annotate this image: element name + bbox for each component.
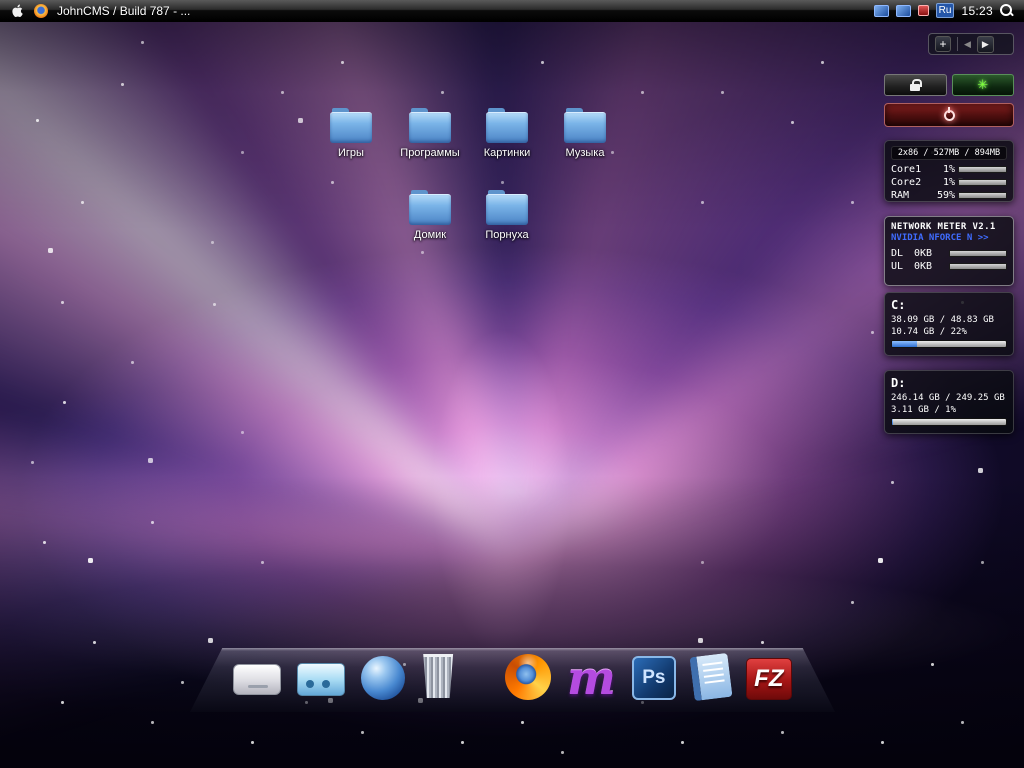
disk-c-usage: 38.09 GB / 48.83 GB [891, 315, 1007, 325]
download-row: DL 0KB [891, 247, 1007, 260]
desktop-icon-label: Картинки [467, 147, 547, 159]
cpu-core2-row: Core2 1% [891, 176, 1007, 189]
download-label: DL [891, 248, 911, 259]
folder-icon [409, 112, 451, 143]
toolbar-prev-button[interactable]: ◀ [964, 39, 971, 50]
firefox-taskbar-icon[interactable] [34, 4, 48, 18]
cpu-core1-label: Core1 [891, 164, 927, 175]
clock[interactable]: 15:23 [961, 4, 993, 18]
toolbar-divider [957, 37, 958, 51]
desktop-icon-home[interactable]: Домик [390, 194, 470, 241]
dock: m Ps FZ [190, 646, 835, 700]
cpu-meter-header: 2x86 / 527MB / 894MB [891, 146, 1007, 160]
upload-value: 0KB [914, 261, 946, 272]
dock-documents-icon[interactable] [692, 655, 730, 700]
dock-firewire-drive-icon[interactable] [297, 663, 345, 700]
folder-icon [409, 194, 451, 225]
trash-icon [421, 654, 455, 698]
menubar: JohnCMS / Build 787 - ... Ru 15:23 [0, 0, 1024, 22]
toolbar-next-button[interactable]: ▶ [977, 36, 994, 53]
external-drive-icon [233, 664, 281, 695]
cpu-core1-row: Core1 1% [891, 163, 1007, 176]
keyboard-layout-badge[interactable]: Ru [936, 3, 955, 18]
folder-icon [486, 112, 528, 143]
disk-c-free: 10.74 GB / 22% [891, 327, 1007, 337]
disk-c-label: C: [891, 298, 1007, 312]
desktop-icon-music[interactable]: Музыка [545, 112, 625, 159]
desktop-icon-games[interactable]: Игры [311, 112, 391, 159]
network-meter-title: NETWORK METER V2.1 [891, 222, 1007, 232]
toolbar-add-button[interactable]: + [935, 36, 951, 52]
disk-d-bar [891, 418, 1007, 426]
network-tray-icon[interactable] [896, 5, 911, 17]
cpu-core2-value: 1% [930, 177, 955, 188]
folder-icon [486, 194, 528, 225]
firewire-drive-icon [297, 663, 345, 696]
disk-d-widget: D: 246.14 GB / 249.25 GB 3.11 GB / 1% [884, 370, 1014, 434]
desktop-screen: JohnCMS / Build 787 - ... Ru 15:23 + ◀ ▶… [0, 0, 1024, 768]
lock-button[interactable] [884, 74, 947, 96]
desktop-icon-pictures[interactable]: Картинки [467, 112, 547, 159]
filezilla-icon: FZ [746, 658, 792, 700]
active-window-title[interactable]: JohnCMS / Build 787 - ... [57, 4, 190, 18]
dock-external-drive-icon[interactable] [233, 664, 281, 700]
cpu-core1-bar [958, 166, 1007, 173]
upload-bar [949, 263, 1007, 270]
desktop-icon-label: Игры [311, 147, 391, 159]
dock-photoshop-icon[interactable]: Ps [632, 656, 676, 700]
network-adapter-label[interactable]: NVIDIA NFORCE N >> [891, 233, 1007, 243]
disk-c-bar [891, 340, 1007, 348]
desktop-icon-label: Порнуха [467, 229, 547, 241]
dock-firefox-icon[interactable] [505, 654, 551, 700]
download-value: 0KB [914, 248, 946, 259]
search-icon[interactable] [1000, 4, 1014, 18]
disk-d-usage: 246.14 GB / 249.25 GB [891, 393, 1007, 403]
dock-filezilla-icon[interactable]: FZ [746, 658, 792, 700]
apple-menu-icon[interactable] [10, 3, 25, 18]
disk-d-free: 3.11 GB / 1% [891, 405, 1007, 415]
media-app-m-icon: m [567, 658, 616, 698]
network-meter-widget: NETWORK METER V2.1 NVIDIA NFORCE N >> DL… [884, 216, 1014, 286]
power-icon [944, 110, 955, 121]
cpu-core2-label: Core2 [891, 177, 927, 188]
ram-row: RAM 59% [891, 189, 1007, 202]
upload-row: UL 0KB [891, 260, 1007, 273]
cpu-meter-widget: 2x86 / 527MB / 894MB Core1 1% Core2 1% R… [884, 140, 1014, 202]
disk-d-label: D: [891, 376, 1007, 390]
cpu-core1-value: 1% [930, 164, 955, 175]
dock-media-app-icon[interactable]: m [567, 658, 616, 700]
folder-icon [564, 112, 606, 143]
desktop-icon-label: Музыка [545, 147, 625, 159]
ram-label: RAM [891, 190, 927, 201]
power-button[interactable] [884, 103, 1014, 127]
folder-icon [330, 112, 372, 143]
upload-label: UL [891, 261, 911, 272]
desktop-icon-programs[interactable]: Программы [390, 112, 470, 159]
dock-config-toolbar: + ◀ ▶ [928, 33, 1014, 55]
settings-button[interactable]: ✳ [952, 74, 1015, 96]
desktop-icon-porn[interactable]: Порнуха [467, 194, 547, 241]
photoshop-icon: Ps [632, 656, 676, 700]
desktop-icon-label: Домик [390, 229, 470, 241]
status-tray-icon[interactable] [918, 5, 929, 16]
dock-network-globe-icon[interactable] [361, 656, 405, 700]
network-globe-icon [361, 656, 405, 700]
documents-icon [689, 653, 732, 701]
disk-c-widget: C: 38.09 GB / 48.83 GB 10.74 GB / 22% [884, 292, 1014, 356]
ram-value: 59% [930, 190, 955, 201]
lock-icon [910, 84, 920, 91]
star-icon: ✳ [977, 77, 988, 92]
desktop-icon-label: Программы [390, 147, 470, 159]
ram-bar [958, 192, 1007, 199]
download-bar [949, 250, 1007, 257]
dock-trash-icon[interactable] [421, 654, 455, 700]
cpu-core2-bar [958, 179, 1007, 186]
side-button-row: ✳ [884, 74, 1014, 96]
firefox-icon [505, 654, 551, 700]
display-tray-icon[interactable] [874, 5, 889, 17]
